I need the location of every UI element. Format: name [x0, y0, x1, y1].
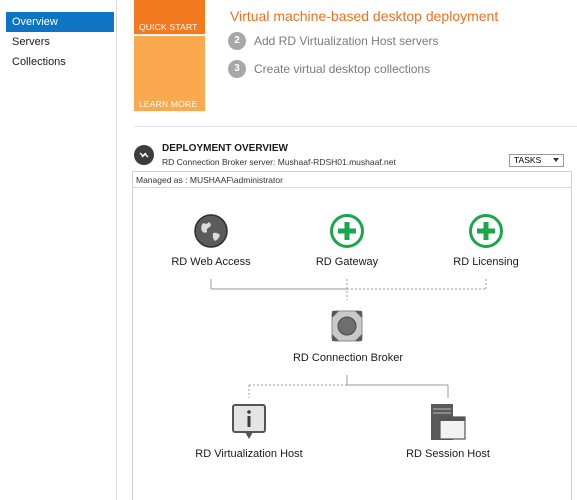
rd-web-access-label: RD Web Access	[171, 256, 251, 268]
rd-licensing-label: RD Licensing	[453, 256, 519, 268]
session-host-server-icon[interactable]	[430, 403, 466, 446]
rd-session-host-label: RD Session Host	[406, 448, 490, 460]
rd-virtualization-host-label: RD Virtualization Host	[195, 448, 303, 460]
globe-icon[interactable]	[193, 213, 229, 254]
add-role-icon[interactable]	[468, 213, 504, 254]
info-monitor-icon[interactable]	[231, 403, 267, 446]
add-role-icon[interactable]	[329, 213, 365, 254]
rd-gateway-label: RD Gateway	[315, 256, 379, 268]
connection-broker-icon[interactable]	[329, 308, 365, 349]
rd-connection-broker-label: RD Connection Broker	[292, 352, 404, 364]
